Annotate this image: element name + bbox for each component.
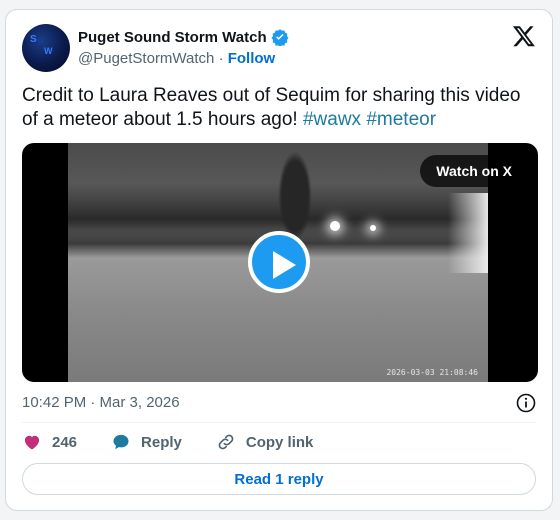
copy-link-label: Copy link	[245, 433, 314, 451]
watch-on-x-button[interactable]: Watch on X	[420, 155, 528, 187]
info-icon[interactable]	[516, 393, 536, 413]
avatar-mark-2: W	[44, 46, 53, 56]
likes-count: 246	[52, 433, 78, 451]
link-icon	[216, 432, 236, 452]
reply-label: Reply	[141, 433, 182, 451]
glare	[448, 193, 488, 273]
distant-light	[370, 225, 376, 231]
avatar-mark-1: S	[30, 34, 37, 45]
tweet-timestamp[interactable]: 10:42 PM · Mar 3, 2026	[22, 394, 180, 411]
hashtag-wawx[interactable]: #wawx	[303, 109, 361, 130]
follow-button[interactable]: Follow	[228, 50, 276, 67]
tree	[278, 151, 312, 241]
author-display-name[interactable]: Puget Sound Storm Watch	[78, 29, 267, 46]
video-player[interactable]: 2026-03-03 21:08:46 Watch on X	[22, 143, 538, 382]
hashtag-meteor[interactable]: #meteor	[366, 109, 436, 130]
verified-badge-icon	[271, 28, 289, 47]
read-replies-button[interactable]: Read 1 reply	[22, 463, 536, 495]
tweet-card: S W Puget Sound Storm Watch @PugetStormW…	[5, 9, 553, 511]
like-action[interactable]: 246	[22, 432, 77, 452]
tweet-text: Credit to Laura Reaves out of Sequim for…	[22, 84, 522, 132]
divider	[22, 422, 536, 423]
play-icon	[273, 251, 296, 279]
author-avatar[interactable]: S W	[22, 24, 70, 72]
x-logo-icon[interactable]	[512, 24, 536, 48]
heart-icon	[22, 432, 42, 452]
separator-dot: ·	[218, 50, 228, 67]
author-display-name-row[interactable]: Puget Sound Storm Watch	[78, 28, 289, 47]
reply-action[interactable]: Reply	[111, 432, 182, 452]
action-bar: 246 Reply Copy link	[22, 432, 347, 452]
meteor-light	[330, 221, 340, 231]
reply-bubble-icon	[111, 432, 131, 452]
copy-link-action[interactable]: Copy link	[216, 432, 314, 452]
author-handle-row: @PugetStormWatch · Follow	[78, 50, 275, 67]
author-handle[interactable]: @PugetStormWatch	[78, 50, 214, 67]
tweet-text-body: Credit to Laura Reaves out of Sequim for…	[22, 85, 521, 130]
video-timestamp: 2026-03-03 21:08:46	[386, 368, 478, 377]
play-button[interactable]	[248, 231, 310, 293]
